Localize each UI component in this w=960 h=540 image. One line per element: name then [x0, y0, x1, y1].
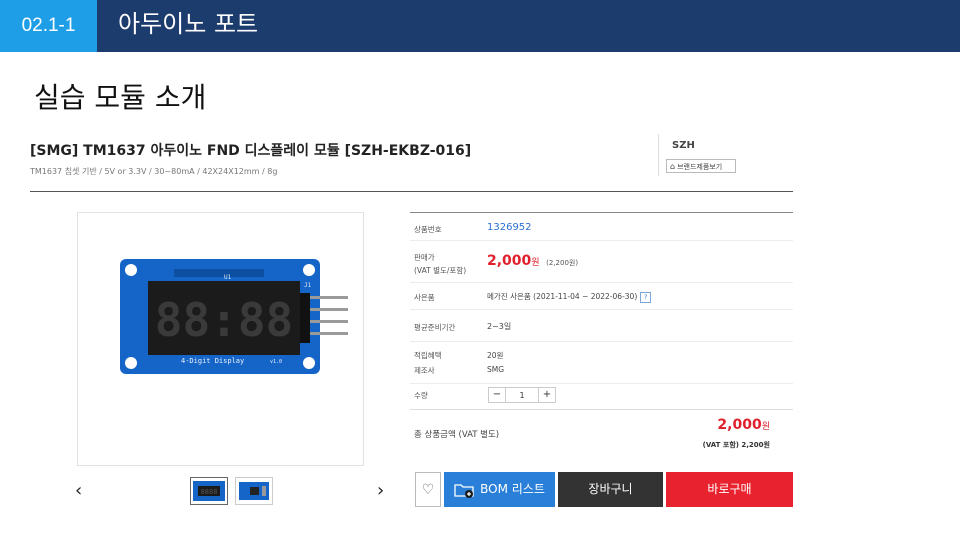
product-number: 1326952	[487, 222, 532, 233]
points-label: 적립혜택	[414, 351, 442, 360]
quantity-increase-button[interactable]: +	[538, 387, 556, 403]
seven-segment-digits: 88:88	[155, 293, 293, 347]
points: 20원	[487, 351, 504, 360]
price-value: 2,000	[487, 253, 532, 269]
lead-time-label: 평균준비기간	[414, 323, 456, 332]
brand-products-button[interactable]: ⌂ 브랜드제품보기	[666, 159, 736, 173]
quantity-input[interactable]: 1	[506, 387, 538, 403]
help-icon[interactable]: ?	[640, 292, 652, 303]
promo-label: 사은품	[414, 293, 435, 302]
display-silk-label: 4-Digit Display	[181, 357, 244, 365]
promo: 메가진 사은품 (2021-11-04 ~ 2022-06-30)?	[487, 291, 652, 303]
gallery-prev-button[interactable]: ‹	[75, 480, 82, 501]
section-number: 02.1-1	[0, 0, 97, 52]
folder-add-icon	[454, 483, 474, 498]
total-label: 총 상품금액 (VAT 별도)	[414, 430, 500, 440]
thumbnail-image: 8888	[193, 481, 225, 501]
buy-now-button[interactable]: 바로구매	[666, 472, 793, 507]
price-row: 판매가 (VAT 별도/포함) 2,000원 (2,200원)	[410, 241, 793, 283]
quantity-label: 수량	[414, 391, 428, 400]
product-image: U1 J1 88:88 4-Digit Display v1.0	[77, 212, 364, 466]
divider	[30, 191, 793, 192]
bom-list-label: BOM 리스트	[480, 482, 545, 496]
total-price-value: 2,000	[717, 417, 762, 433]
brand-button-label: 브랜드제품보기	[677, 163, 723, 171]
add-to-cart-button[interactable]: 장바구니	[558, 472, 663, 507]
thumbnail-back[interactable]	[235, 477, 273, 505]
quantity-row: 수량 − 1 +	[410, 384, 793, 410]
promo-text: 메가진 사은품 (2021-11-04 ~ 2022-06-30)	[487, 292, 638, 301]
price-unit: 원	[531, 258, 540, 268]
product-number-label: 상품번호	[414, 225, 442, 234]
points-row: 적립혜택 20원 제조사 SMG	[410, 342, 793, 384]
u1-label: U1	[224, 274, 232, 281]
gallery-next-button[interactable]: ›	[377, 480, 384, 501]
total-price: 2,000원	[717, 417, 770, 433]
bom-list-button[interactable]: BOM 리스트	[444, 472, 555, 507]
display-module-illustration: U1 J1 88:88 4-Digit Display v1.0	[120, 259, 348, 374]
j1-label: J1	[304, 282, 312, 289]
price-vat-label: (VAT 별도/포함)	[414, 266, 467, 275]
price-vat: (2,200원)	[546, 259, 579, 267]
thumbnail-image	[239, 482, 269, 500]
divider	[410, 409, 793, 410]
product-title: [SMG] TM1637 아두이노 FND 디스플레이 모듈 [SZH-EKBZ…	[30, 143, 472, 159]
price-label: 판매가	[414, 253, 435, 262]
home-icon: ⌂	[670, 162, 676, 171]
product-number-row: 상품번호 1326952	[410, 213, 793, 241]
lead-time: 2~3일	[487, 322, 512, 331]
slide-title: 실습 모듈 소개	[34, 81, 207, 114]
price: 2,000원 (2,200원)	[487, 253, 578, 269]
thumbnail-front[interactable]: 8888	[190, 477, 228, 505]
total-vat: (VAT 포함) 2,200원	[703, 440, 770, 450]
promo-row: 사은품 메가진 사은품 (2021-11-04 ~ 2022-06-30)?	[410, 283, 793, 310]
header-bar: 02.1-1 아두이노 포트	[0, 0, 960, 52]
maker: SMG	[487, 365, 505, 374]
total-price-unit: 원	[761, 422, 770, 432]
total-vat-price: 2,200원	[741, 441, 770, 449]
product-subtitle: TM1637 칩셋 기반 / 5V or 3.3V / 30~80mA / 42…	[30, 167, 278, 176]
wishlist-heart-icon[interactable]: ♡	[415, 472, 441, 507]
section-title: 아두이노 포트	[118, 10, 259, 38]
maker-label: 제조사	[414, 366, 435, 375]
brand-name: SZH	[672, 140, 695, 151]
version-label: v1.0	[270, 359, 282, 365]
lead-time-row: 평균준비기간 2~3일	[410, 310, 793, 342]
divider	[658, 134, 659, 176]
quantity-decrease-button[interactable]: −	[488, 387, 506, 403]
total-vat-label: (VAT 포함)	[702, 441, 739, 449]
thumbnail-digits: 8888	[201, 488, 218, 496]
